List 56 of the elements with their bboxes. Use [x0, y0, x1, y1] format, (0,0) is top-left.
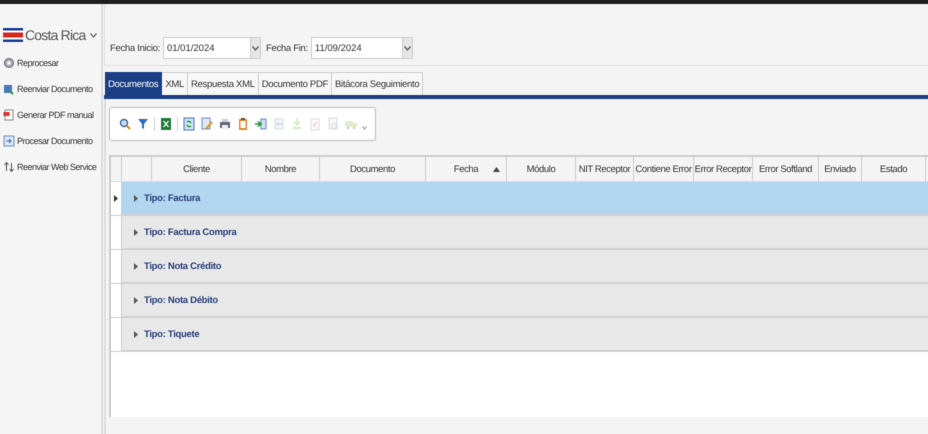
group-row[interactable]: Tipo: Nota Débito	[122, 284, 928, 318]
group-label: Tipo: Factura Compra	[144, 226, 237, 238]
column-header[interactable]: Estado	[862, 157, 926, 181]
column-header[interactable]: Módulo	[507, 157, 576, 181]
swap-arrows-icon	[3, 161, 15, 173]
country-selector[interactable]: Costa Rica	[0, 24, 100, 46]
expand-arrow-icon[interactable]	[134, 228, 138, 236]
flag-icon	[3, 28, 23, 42]
search-icon[interactable]	[118, 117, 132, 131]
document-edit-icon[interactable]	[200, 117, 214, 131]
expand-arrow-icon[interactable]	[134, 262, 138, 270]
tab[interactable]: Respuesta XML	[188, 72, 259, 95]
column-header[interactable]: Nombre	[242, 157, 320, 181]
expand-arrow-icon[interactable]	[134, 330, 138, 338]
caret-icon	[252, 46, 259, 50]
group-row[interactable]: Tipo: Factura	[122, 182, 928, 216]
column-header[interactable]: Error Receptor	[694, 157, 753, 181]
clipboard-icon[interactable]	[236, 117, 250, 131]
tab[interactable]: Documento PDF	[258, 72, 332, 95]
sidebar-item[interactable]: Procesar Documento	[0, 128, 96, 154]
overflow-chevron-icon[interactable]	[362, 126, 367, 130]
expand-arrow-icon[interactable]	[134, 296, 138, 304]
column-header[interactable]: Cliente	[152, 157, 242, 181]
spreadsheet-icon[interactable]	[159, 117, 173, 131]
sidebar-item[interactable]: Reenviar Web Service	[0, 154, 100, 180]
date-dropdown[interactable]: 01/01/2024	[162, 37, 261, 59]
caret-icon	[404, 46, 411, 50]
sidebar-item[interactable]: Generar PDF manual	[0, 102, 97, 128]
column-header[interactable]: Contiene Error	[634, 157, 694, 181]
sidebar-item[interactable]: Reenviar Documento	[0, 76, 96, 102]
column-header[interactable]: NIT Receptor	[576, 157, 634, 181]
group-label: Tipo: Tiquete	[144, 328, 200, 340]
country-name: Costa Rica	[25, 27, 86, 43]
field-label: Fecha Inicio:	[110, 42, 160, 54]
caret-icon	[90, 32, 98, 38]
filter-icon[interactable]	[136, 117, 150, 131]
group-label: Tipo: Factura	[144, 192, 200, 204]
column-header[interactable]: Error Softland	[753, 157, 819, 181]
column-header[interactable]: Fecha	[426, 157, 507, 181]
group-label: Tipo: Nota Débito	[144, 294, 218, 306]
column-header[interactable]: Enviado	[819, 157, 862, 181]
expand-arrow-icon[interactable]	[134, 194, 138, 202]
group-row[interactable]: Tipo: Nota Crédito	[122, 250, 928, 284]
tab[interactable]: Documentos	[105, 72, 162, 95]
field-label: Fecha Fin:	[266, 42, 308, 54]
date-dropdown[interactable]: 11/09/2024	[310, 37, 413, 59]
tab[interactable]: Bitácora Seguimiento	[332, 72, 424, 95]
group-row[interactable]: Tipo: Tiquete	[122, 318, 928, 352]
printer-icon[interactable]	[218, 117, 232, 131]
refresh-icon[interactable]	[182, 117, 196, 131]
group-row[interactable]: Tipo: Factura Compra	[122, 216, 928, 250]
import-icon[interactable]	[254, 117, 268, 131]
column-header[interactable]: Documento	[320, 157, 426, 181]
group-label: Tipo: Nota Crédito	[144, 260, 222, 272]
tab[interactable]: XML	[162, 72, 188, 95]
sidebar-item[interactable]: Reprocesar	[0, 50, 62, 76]
